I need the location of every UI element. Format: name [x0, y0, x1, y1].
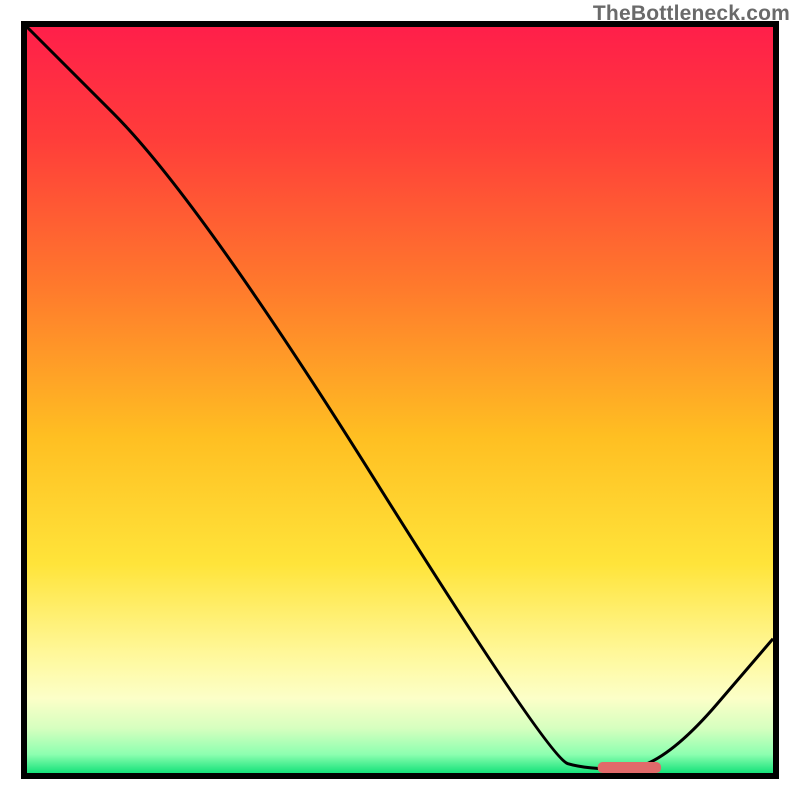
optimal-range-marker: [598, 762, 661, 773]
watermark-text: TheBottleneck.com: [593, 2, 790, 26]
chart-container: TheBottleneck.com: [0, 0, 800, 800]
bottleneck-chart: [0, 0, 800, 800]
